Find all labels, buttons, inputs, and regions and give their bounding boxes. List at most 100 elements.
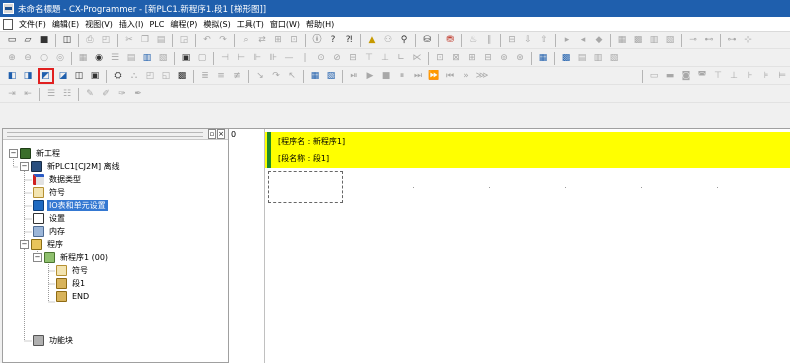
cross-ref-window-icon[interactable]: ▥ [592, 52, 605, 65]
contact-icon[interactable]: ⊣ [219, 52, 232, 65]
monitor-table-icon[interactable]: ▤ [125, 52, 138, 65]
outdent-icon[interactable]: ⇤ [22, 88, 35, 101]
delete-line-icon[interactable]: ⋉ [411, 52, 424, 65]
menu-help[interactable]: 帮助(H) [303, 19, 337, 30]
properties-icon[interactable]: ◫ [73, 70, 86, 83]
address-ref-window-icon[interactable]: ▧ [608, 52, 621, 65]
address-table-icon[interactable]: ▧ [157, 52, 170, 65]
new-file-icon[interactable]: ▭ [6, 34, 19, 47]
tree-node-end-section[interactable]: END [56, 290, 91, 303]
cross-reference-icon[interactable]: ⊞ [272, 34, 285, 47]
new-rung-icon[interactable]: ▢ [196, 52, 209, 65]
step-over-icon[interactable]: ↷ [270, 70, 283, 83]
ladder-view-icon[interactable]: ≡ [215, 70, 228, 83]
symbols-view-icon[interactable]: ⛭ [112, 70, 125, 83]
find-icon[interactable]: ◲ [178, 34, 191, 47]
sim-start-icon[interactable]: ▶ [364, 70, 377, 83]
simulation-window-icon[interactable]: ▦ [309, 70, 322, 83]
menu-window[interactable]: 窗口(W) [267, 19, 303, 30]
sim-break-icon[interactable]: ⋙ [476, 70, 489, 83]
save-icon[interactable]: ■ [38, 34, 51, 47]
app-icon[interactable] [3, 3, 14, 14]
tree-node-settings[interactable]: 设置 [33, 212, 67, 225]
vertical-line-icon[interactable]: | [299, 52, 312, 65]
pause-icon[interactable]: ∥ [483, 34, 496, 47]
closed-coil-icon[interactable]: ⊘ [331, 52, 344, 65]
instruction-icon[interactable]: ⊟ [347, 52, 360, 65]
tree-node-programs[interactable]: − 程序 [20, 238, 65, 251]
indent-icon[interactable]: ⇥ [6, 88, 19, 101]
tree-node-memory[interactable]: 内存 [33, 225, 67, 238]
monitor-mode-icon[interactable]: ⚲ [398, 34, 411, 47]
collapse-icon[interactable]: − [9, 149, 18, 158]
tree-node-project[interactable]: − 新工程 [9, 147, 62, 160]
zoom-out-icon[interactable]: ⊖ [22, 52, 35, 65]
find-replace-icon[interactable]: ⌕ [240, 34, 253, 47]
panel-grip[interactable] [7, 131, 203, 137]
grid-view-icon[interactable]: ▩ [632, 34, 645, 47]
tree-node-plc[interactable]: − 新PLC1[CJ2M] 离线 [20, 160, 122, 173]
about-icon[interactable]: ⓘ [311, 34, 324, 47]
work-online-icon[interactable]: ⚇ [382, 34, 395, 47]
program-view-icon[interactable]: ◰ [144, 70, 157, 83]
io-table-view-icon[interactable]: ◱ [160, 70, 173, 83]
pulse-up-icon[interactable]: ⊤ [363, 52, 376, 65]
ladder-editor[interactable]: 0 [程序名 : 新程序1] [段名称 : 段1] [229, 128, 790, 363]
tree-node-symbols[interactable]: 符号 [33, 186, 67, 199]
help-icon[interactable]: ? [327, 34, 340, 47]
upload-icon[interactable]: ⇧ [538, 34, 551, 47]
step-out-icon[interactable]: ↖ [286, 70, 299, 83]
menu-program[interactable]: 编程(P) [167, 19, 200, 30]
list-icon[interactable]: ☰ [109, 52, 122, 65]
simulation-debug-icon[interactable]: ▧ [325, 70, 338, 83]
tree-node-program-1[interactable]: − 新程序1 (00) [33, 251, 110, 264]
collapse-icon[interactable]: − [20, 162, 29, 171]
sim-step-run-icon[interactable]: ⏭ [412, 70, 425, 83]
menu-plc[interactable]: PLC [146, 20, 167, 29]
download-icon[interactable]: ⇩ [522, 34, 535, 47]
io-comment-icon[interactable]: ⛬ [128, 70, 141, 83]
online-rung-paste-icon[interactable]: ⊧ [760, 70, 773, 83]
grid-icon[interactable]: ▦ [77, 52, 90, 65]
cut-icon[interactable]: ✂ [123, 34, 136, 47]
align-left-icon[interactable]: ☰ [45, 88, 58, 101]
or-contact-icon[interactable]: ⊩ [251, 52, 264, 65]
toggle-grid-icon[interactable]: ▦ [537, 52, 550, 65]
mnemonic-view-icon[interactable]: ≣ [199, 70, 212, 83]
whats-this-icon[interactable]: ⁈ [343, 34, 356, 47]
open-file-icon[interactable]: ▱ [22, 34, 35, 47]
watch-window-icon[interactable]: ▩ [560, 52, 573, 65]
list-view-icon[interactable]: ▥ [648, 34, 661, 47]
sim-fast-icon[interactable]: » [460, 70, 473, 83]
output-window-toggle-icon[interactable]: ◨ [22, 70, 35, 83]
st-view-icon[interactable]: ≢ [231, 70, 244, 83]
zoom-icon[interactable]: ○ [38, 52, 51, 65]
output-window-icon[interactable]: ▤ [576, 52, 589, 65]
function-block-call-icon[interactable]: ⊡ [434, 52, 447, 65]
horizontal-line-icon[interactable]: — [283, 52, 296, 65]
undo-icon[interactable]: ↶ [201, 34, 214, 47]
online-edit-begin-icon[interactable]: ▭ [648, 70, 661, 83]
rung-comments-icon[interactable]: ▥ [141, 52, 154, 65]
previous-bookmark-icon[interactable]: ✑ [116, 88, 129, 101]
panel-pin-icon[interactable]: ▫ [208, 129, 216, 139]
online-edit-send-icon[interactable]: ◙ [680, 70, 693, 83]
zoom-fit-icon[interactable]: ◎ [54, 52, 67, 65]
copy-icon[interactable]: ❐ [139, 34, 152, 47]
tree-node-program-symbols[interactable]: 符号 [56, 264, 90, 277]
redo-icon[interactable]: ↷ [217, 34, 230, 47]
edit-online-icon[interactable]: ⊹ [742, 34, 755, 47]
online-edit-cancel-icon[interactable]: ▬ [664, 70, 677, 83]
align-right-icon[interactable]: ☷ [61, 88, 74, 101]
warning-icon[interactable]: ▲ [366, 34, 379, 47]
menu-edit[interactable]: 编辑(E) [49, 19, 82, 30]
run-mode-icon[interactable]: ▸ [561, 34, 574, 47]
tree-node-section-1[interactable]: 段1 [56, 277, 87, 290]
bookmark-icon[interactable]: ✎ [84, 88, 97, 101]
zoom-in-icon[interactable]: ⊕ [6, 52, 19, 65]
force-on-icon[interactable]: ⊸ [687, 34, 700, 47]
monitor-icon[interactable]: ◂ [577, 34, 590, 47]
show-comments-icon[interactable]: ◉ [93, 52, 106, 65]
online-rung-insert-icon[interactable]: ⊤ [712, 70, 725, 83]
select-mode-icon[interactable]: ▣ [180, 52, 193, 65]
